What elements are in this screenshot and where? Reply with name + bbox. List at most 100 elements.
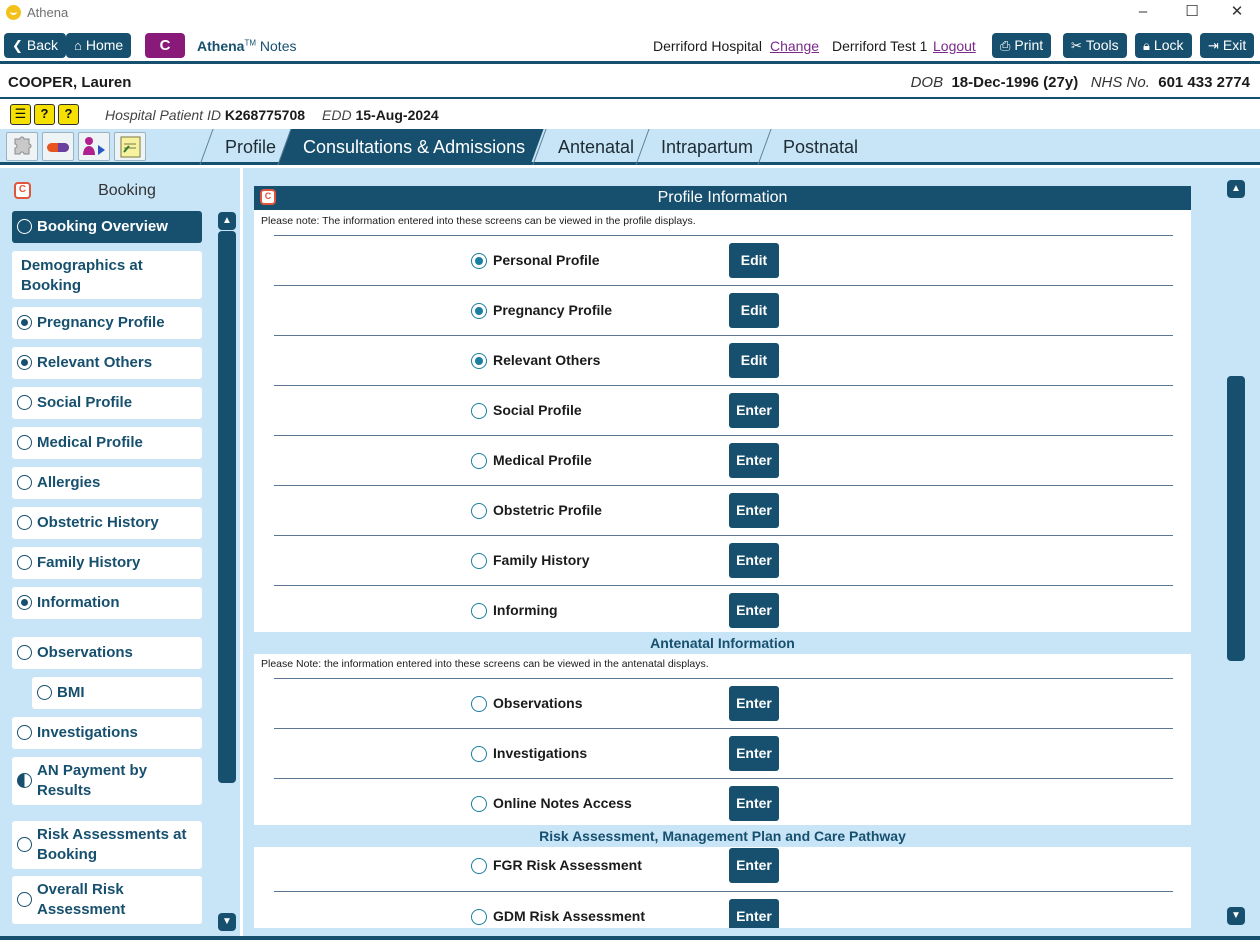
sidebar-item-allergies[interactable]: Allergies [12,467,202,499]
enter-social-profile-button[interactable]: Enter [729,393,779,428]
status-radio [17,219,32,234]
sidebar-item-family-history[interactable]: Family History [12,547,202,579]
antenatal-note: Please Note: the information entered int… [261,658,709,670]
enter-informing-button[interactable]: Enter [729,593,779,628]
logout-link[interactable]: Logout [933,38,976,54]
antenatal-row-investigations: Investigations Enter [274,728,1173,778]
sidebar-item-investigations[interactable]: Investigations [12,717,202,749]
tab-intrapartum[interactable]: Intrapartum [635,129,772,165]
enter-obstetric-profile-button[interactable]: Enter [729,493,779,528]
person-play-icon[interactable] [78,132,110,161]
sidebar-item-social-profile[interactable]: Social Profile [12,387,202,419]
main-scroll-up-button[interactable]: ▲ [1227,180,1245,198]
brand-suffix: Notes [259,38,297,54]
back-button[interactable]: ❮ Back [4,33,67,58]
home-button[interactable]: ⌂ Home [66,33,132,58]
enter-online-notes-access-button[interactable]: Enter [729,786,779,821]
minimize-button[interactable]: – [1132,2,1154,22]
edd: EDD 15-Aug-2024 [322,107,439,123]
status-radio [471,303,487,319]
question-alert-icon[interactable]: ? [34,104,55,125]
exit-button[interactable]: ⇥ Exit [1200,33,1255,58]
status-radio [37,685,52,700]
maximize-button[interactable]: ☐ [1181,2,1203,22]
sidebar-item-observations[interactable]: Observations [12,637,202,669]
sidebar-item-pregnancy-profile[interactable]: Pregnancy Profile [12,307,202,339]
print-label: Print [1014,37,1044,53]
edit-pregnancy-profile-button[interactable]: Edit [729,293,779,328]
enter-fgr-risk-assessment-button[interactable]: Enter [729,848,779,883]
edd-label: EDD [322,107,352,123]
sidebar-item-label: AN Payment by Results [37,762,148,799]
athena-logo-icon [6,5,21,20]
main-content: C Profile Information Please note: The i… [243,168,1260,936]
tab-label: Intrapartum [661,137,754,157]
sidebar-item-label: BMI [57,684,85,701]
c-button[interactable]: C [145,33,185,58]
sidebar-item-risk-assessments-at-booking[interactable]: Risk Assessments at Booking [12,821,202,869]
back-label: Back [26,37,59,53]
status-radio [17,725,32,740]
status-radio [471,453,487,469]
close-window-button[interactable]: ✕ [1226,2,1248,22]
enter-investigations-button[interactable]: Enter [729,736,779,771]
lock-button[interactable]: 🔒︎ Lock [1135,33,1192,58]
window-title: Athena [27,5,69,20]
status-radio [471,858,487,874]
row-label: Relevant Others [493,352,601,368]
patient-identifiers: DOB 18-Dec-1996 (27y) NHS No. 601 433 27… [911,74,1250,91]
exit-icon: ⇥ [1208,38,1219,53]
change-hospital-link[interactable]: Change [770,38,819,54]
sidebar-scroll-up-button[interactable]: ▲ [218,212,236,230]
enter-medical-profile-button[interactable]: Enter [729,443,779,478]
status-radio [17,395,32,410]
print-button[interactable]: ⎙ Print [992,33,1052,58]
sidebar-item-obstetric-history[interactable]: Obstetric History [12,507,202,539]
sidebar-item-overall-risk-assessment[interactable]: Overall Risk Assessment [12,876,202,924]
sidebar-item-bmi[interactable]: BMI [32,677,202,709]
sidebar-item-an-payment-by-results[interactable]: AN Payment by Results [12,757,202,805]
status-radio [471,503,487,519]
profile-information-title: Profile Information [657,189,788,206]
row-label: Informing [493,602,558,618]
tab-antenatal[interactable]: Antenatal [532,129,653,165]
sidebar-item-label: Investigations [37,724,138,741]
medication-icon[interactable] [42,132,74,161]
sidebar-item-label: Observations [37,644,133,661]
hospital-id-value: K268775708 [224,107,306,123]
tools-button[interactable]: ✂ Tools [1063,33,1127,58]
sidebar-scroll-down-button[interactable]: ▼ [218,913,236,931]
list-alert-icon[interactable]: ☰ [10,104,31,125]
risk-row-gdm-risk-assessment: GDM Risk Assessment Enter [274,891,1173,928]
enter-family-history-button[interactable]: Enter [729,543,779,578]
sidebar-title: Booking [98,182,156,199]
sidebar-scrollbar-thumb[interactable] [218,231,236,783]
enter-observations-button[interactable]: Enter [729,686,779,721]
dob-value: 18-Dec-1996 (27y) [951,74,1079,91]
c-badge-icon: C [260,189,276,205]
main-scrollbar-thumb[interactable] [1227,376,1245,661]
edit-personal-profile-button[interactable]: Edit [729,243,779,278]
edit-relevant-others-button[interactable]: Edit [729,343,779,378]
sidebar-item-relevant-others[interactable]: Relevant Others [12,347,202,379]
wrench-icon: ✂ [1071,38,1082,53]
question-alert-icon-2[interactable]: ? [58,104,79,125]
status-radio [17,515,32,530]
tab-label: Antenatal [558,137,635,157]
puzzle-icon[interactable] [6,132,38,161]
sidebar-item-medical-profile[interactable]: Medical Profile [12,427,202,459]
profile-panel: C Profile Information Please note: The i… [254,186,1191,928]
patient-id-bar: ☰ ? ? Hospital Patient ID K268775708 EDD… [0,101,1260,129]
booking-sidebar: Booking C Booking Overview Demographics … [0,168,240,936]
sidebar-item-demographics-at-booking[interactable]: Demographics at Booking [12,251,202,299]
main-scroll-down-button[interactable]: ▼ [1227,907,1245,925]
enter-gdm-risk-assessment-button[interactable]: Enter [729,899,779,928]
sidebar-item-booking-overview[interactable]: Booking Overview [12,211,202,243]
tab-postnatal[interactable]: Postnatal [757,129,877,165]
profile-information-header: C Profile Information [254,186,1191,210]
notepad-icon[interactable] [114,132,146,161]
patient-name: COOPER, Lauren [8,74,132,91]
tab-consultations-admissions[interactable]: Consultations & Admissions [277,129,544,165]
dob-label: DOB [910,74,944,91]
sidebar-item-information[interactable]: Information [12,587,202,619]
